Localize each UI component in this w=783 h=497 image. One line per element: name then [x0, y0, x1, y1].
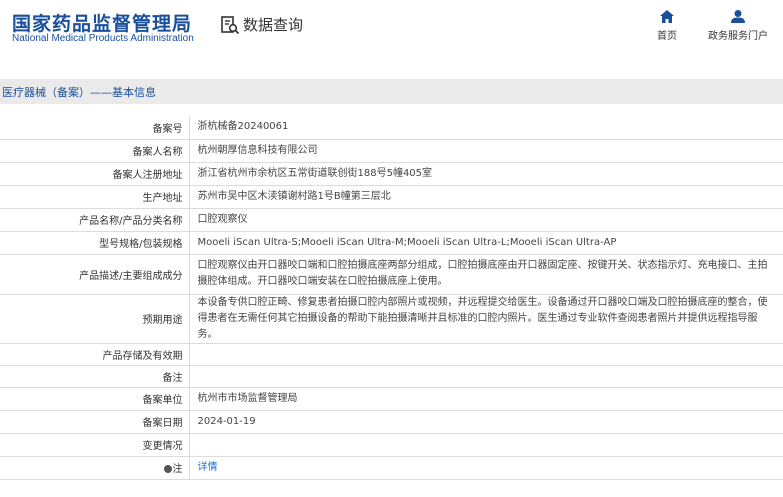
logo-title-en[interactable]: National Medical Products Administration	[12, 33, 194, 44]
row-label: 预期用途	[0, 294, 190, 344]
row-label: 产品描述/主要组成成分	[0, 254, 190, 295]
row-label: 型号规格/包装规格	[0, 231, 190, 255]
record-detail-table: 备案号 浙杭械备20240061 备案人名称 杭州朝厚信息科技有限公司 备案人注…	[0, 116, 783, 480]
table-row: 备案人名称 杭州朝厚信息科技有限公司	[0, 139, 783, 163]
table-row: 生产地址 苏州市吴中区木渎镇谢村路1号B幢第三层北	[0, 185, 783, 209]
row-value: 详情	[189, 456, 783, 480]
nav-portal-label: 政务服务门户	[708, 31, 768, 42]
table-row: 型号规格/包装规格 Mooeli iScan Ultra-S;Mooeli iS…	[0, 231, 783, 255]
row-label: 产品存储及有效期	[0, 343, 190, 366]
table-row: 注 详情	[0, 456, 783, 480]
table-row: 备案人注册地址 浙江省杭州市余杭区五常街道联创街188号5幢405室	[0, 162, 783, 186]
row-value: 浙杭械备20240061	[189, 116, 783, 140]
row-value: 口腔观察仪	[189, 208, 783, 232]
row-value: 口腔观察仪由开口器咬口端和口腔拍摄底座两部分组成，口腔拍摄底座由开口器固定座、按…	[189, 254, 783, 295]
row-value: 本设备专供口腔正畸、修复患者拍摄口腔内部照片或视频，并远程提交给医生。设备通过开…	[189, 294, 783, 344]
table-row: 产品描述/主要组成成分 口腔观察仪由开口器咬口端和口腔拍摄底座两部分组成，口腔拍…	[0, 254, 783, 295]
page-title: 数据查询	[243, 16, 304, 34]
row-value	[189, 433, 783, 457]
table-row: 变更情况	[0, 433, 783, 457]
row-label: 备注	[0, 365, 190, 388]
table-row: 备注	[0, 365, 783, 388]
row-label: 变更情况	[0, 433, 190, 457]
table-row: 备案日期 2024-01-19	[0, 410, 783, 434]
nav-home-label: 首页	[657, 31, 677, 42]
site-header: 国家药品监督管理局 National Medical Products Admi…	[0, 0, 783, 66]
row-value: 2024-01-19	[189, 410, 783, 434]
user-icon	[731, 10, 745, 23]
row-value: 浙江省杭州市余杭区五常街道联创街188号5幢405室	[189, 162, 783, 186]
table-row: 产品存储及有效期	[0, 343, 783, 366]
row-label: 备案人名称	[0, 139, 190, 163]
row-label: 产品名称/产品分类名称	[0, 208, 190, 232]
table-row: 备案单位 杭州市市场监督管理局	[0, 387, 783, 411]
detail-link[interactable]: 详情	[198, 462, 218, 473]
note-dot-icon	[163, 465, 172, 473]
data-query-icon	[221, 16, 240, 35]
home-icon	[660, 10, 674, 23]
row-value: 苏州市吴中区木渎镇谢村路1号B幢第三层北	[189, 185, 783, 209]
row-label: 生产地址	[0, 185, 190, 209]
table-row: 产品名称/产品分类名称 口腔观察仪	[0, 208, 783, 232]
row-value	[189, 365, 783, 388]
logo-title-cn[interactable]: 国家药品监督管理局	[12, 9, 192, 36]
nav-home[interactable]: 首页	[654, 10, 680, 42]
note-label: 注	[172, 464, 183, 475]
row-value: 杭州市市场监督管理局	[189, 387, 783, 411]
row-label: 备案单位	[0, 387, 190, 411]
row-value: Mooeli iScan Ultra-S;Mooeli iScan Ultra-…	[189, 231, 783, 255]
breadcrumb-bar: 医疗器械（备案）——基本信息	[0, 79, 783, 104]
breadcrumb: 医疗器械（备案）——基本信息	[2, 86, 156, 99]
row-value	[189, 343, 783, 366]
row-label: 备案日期	[0, 410, 190, 434]
row-value: 杭州朝厚信息科技有限公司	[189, 139, 783, 163]
table-row: 预期用途 本设备专供口腔正畸、修复患者拍摄口腔内部照片或视频，并远程提交给医生。…	[0, 294, 783, 344]
row-label: 备案人注册地址	[0, 162, 190, 186]
nav-service-portal[interactable]: 政务服务门户	[704, 10, 772, 42]
row-label-note: 注	[0, 456, 190, 480]
row-label: 备案号	[0, 116, 190, 140]
table-row: 备案号 浙杭械备20240061	[0, 116, 783, 140]
